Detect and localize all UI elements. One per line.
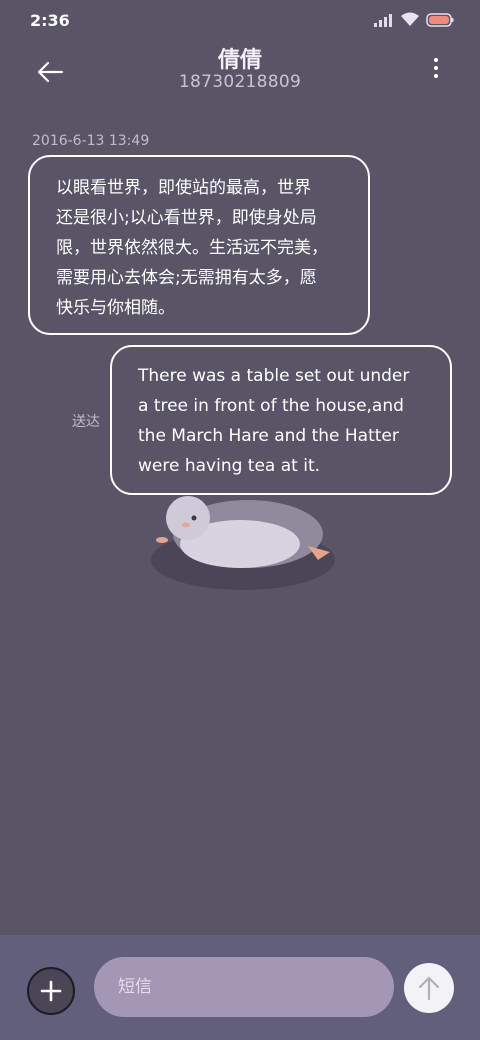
signal-icon bbox=[374, 13, 394, 27]
message-text: There was a table set out under a tree i… bbox=[138, 366, 410, 476]
status-icons bbox=[374, 12, 454, 27]
add-attachment-button[interactable] bbox=[27, 967, 75, 1015]
status-time: 2:36 bbox=[30, 11, 70, 30]
more-options-button[interactable] bbox=[428, 58, 444, 82]
message-timestamp: 2016-6-13 13:49 bbox=[32, 133, 150, 149]
status-bar: 2:36 bbox=[0, 0, 480, 40]
send-button[interactable] bbox=[404, 963, 454, 1013]
delivery-status: 送达 bbox=[72, 414, 100, 430]
conversation-header: 倩倩 18730218809 bbox=[0, 40, 480, 110]
more-vertical-icon bbox=[428, 58, 444, 78]
wifi-icon bbox=[400, 12, 420, 27]
plus-icon bbox=[40, 980, 62, 1002]
contact-name: 倩倩 bbox=[217, 48, 262, 73]
composer-bar bbox=[0, 935, 480, 1040]
incoming-message-bubble[interactable]: 以眼看世界，即使站的最高，世界 还是很小;以心看世界，即使身处局 限，世界依然很… bbox=[28, 155, 370, 335]
battery-icon bbox=[426, 12, 454, 27]
penguin-illustration bbox=[151, 496, 335, 590]
sms-input[interactable] bbox=[94, 957, 394, 1017]
arrow-up-icon bbox=[418, 976, 440, 1001]
contact-number: 18730218809 bbox=[178, 72, 302, 92]
message-text: 以眼看世界，即使站的最高，世界 还是很小;以心看世界，即使身处局 限，世界依然很… bbox=[56, 178, 328, 318]
outgoing-message-bubble[interactable]: There was a table set out under a tree i… bbox=[110, 345, 452, 495]
